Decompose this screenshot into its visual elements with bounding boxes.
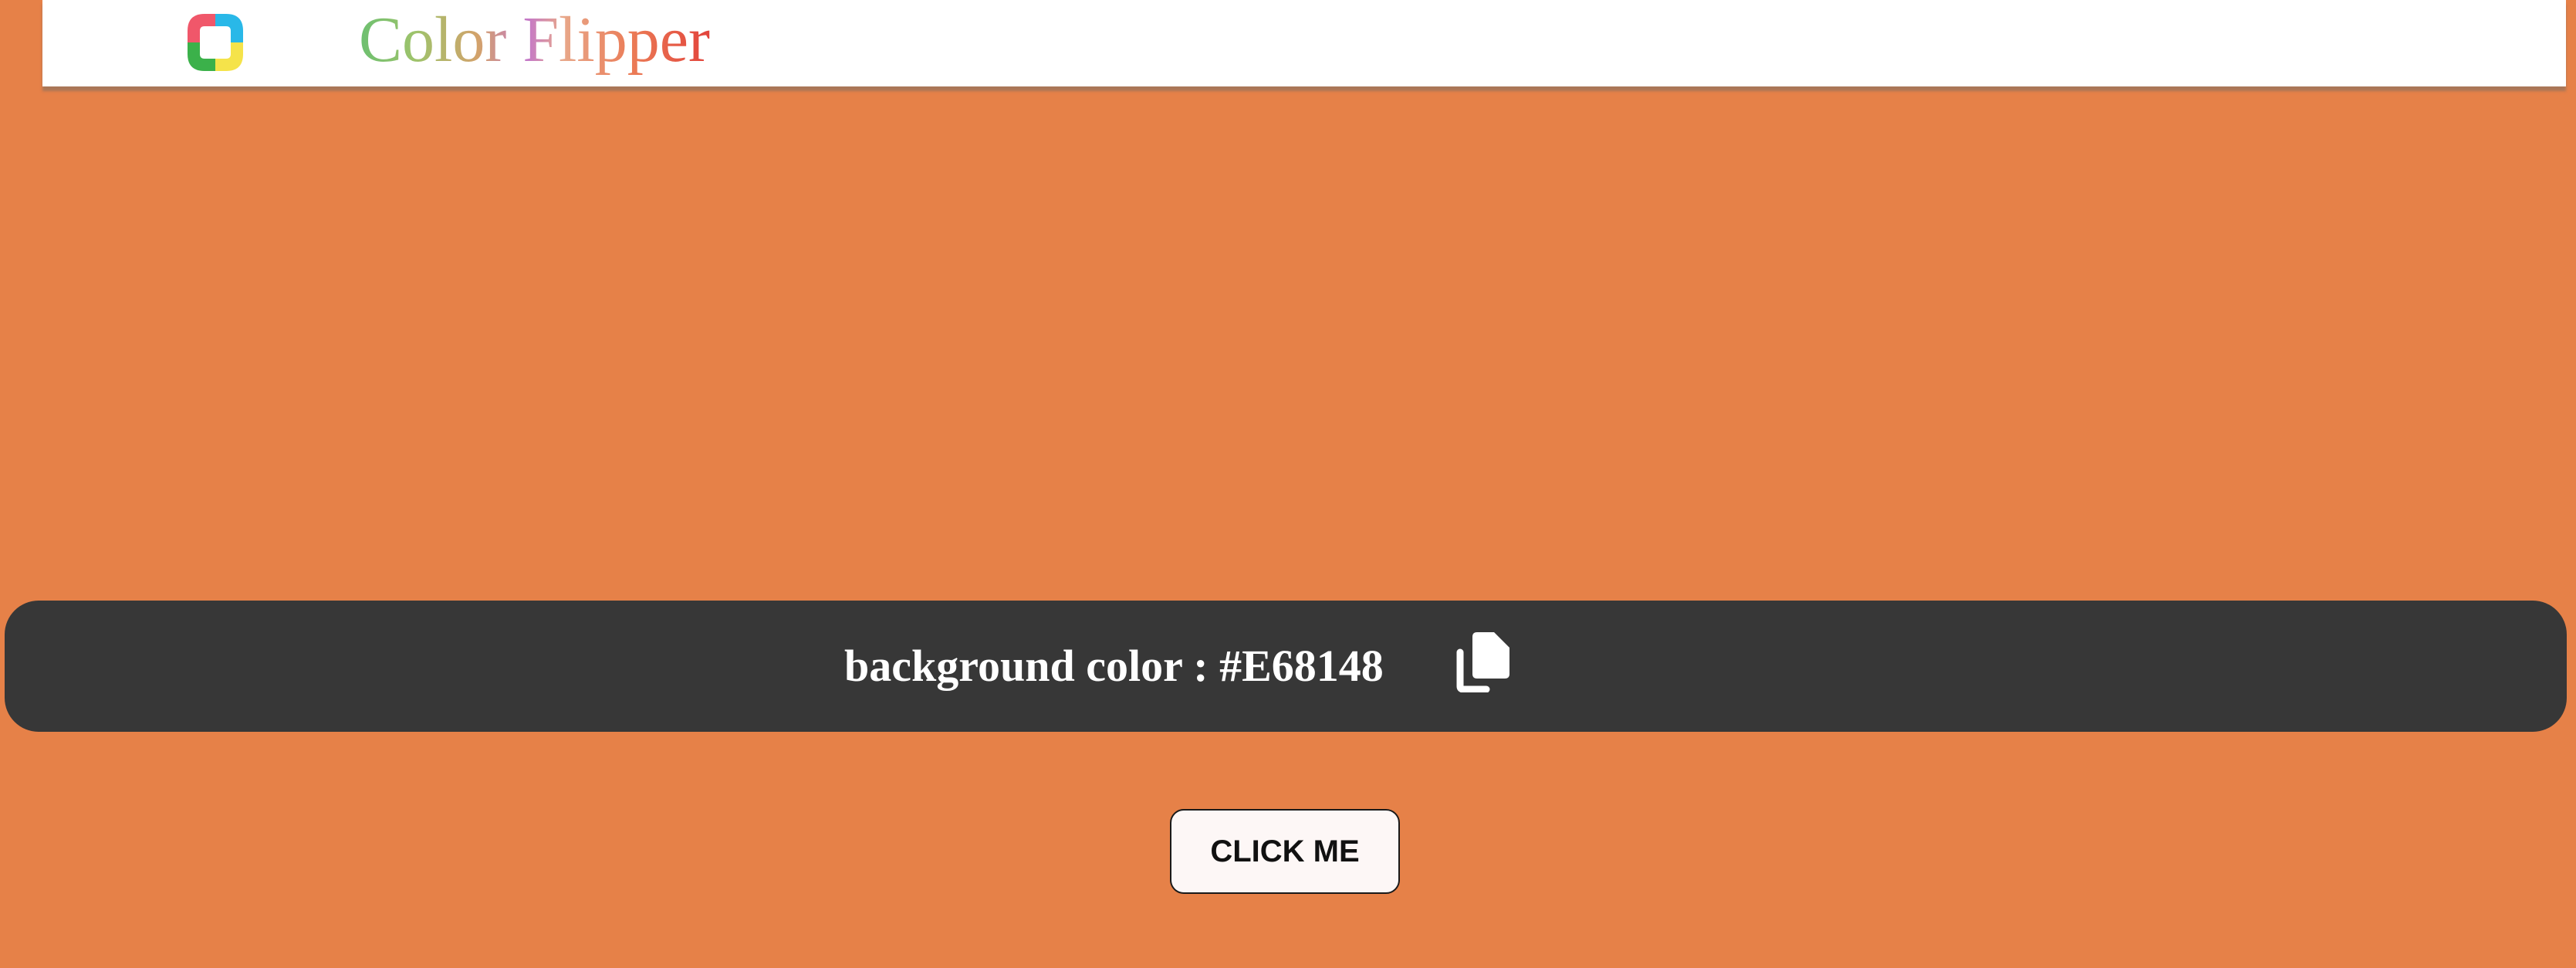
background-color-label: background color : #E68148 [844,641,1384,691]
click-me-button[interactable]: CLICK ME [1170,809,1400,894]
color-flipper-logo-icon [180,8,251,77]
app-title: Color Flipper [359,2,710,79]
copy-icon[interactable] [1455,629,1514,692]
navbar: Color Flipper [42,0,2566,86]
